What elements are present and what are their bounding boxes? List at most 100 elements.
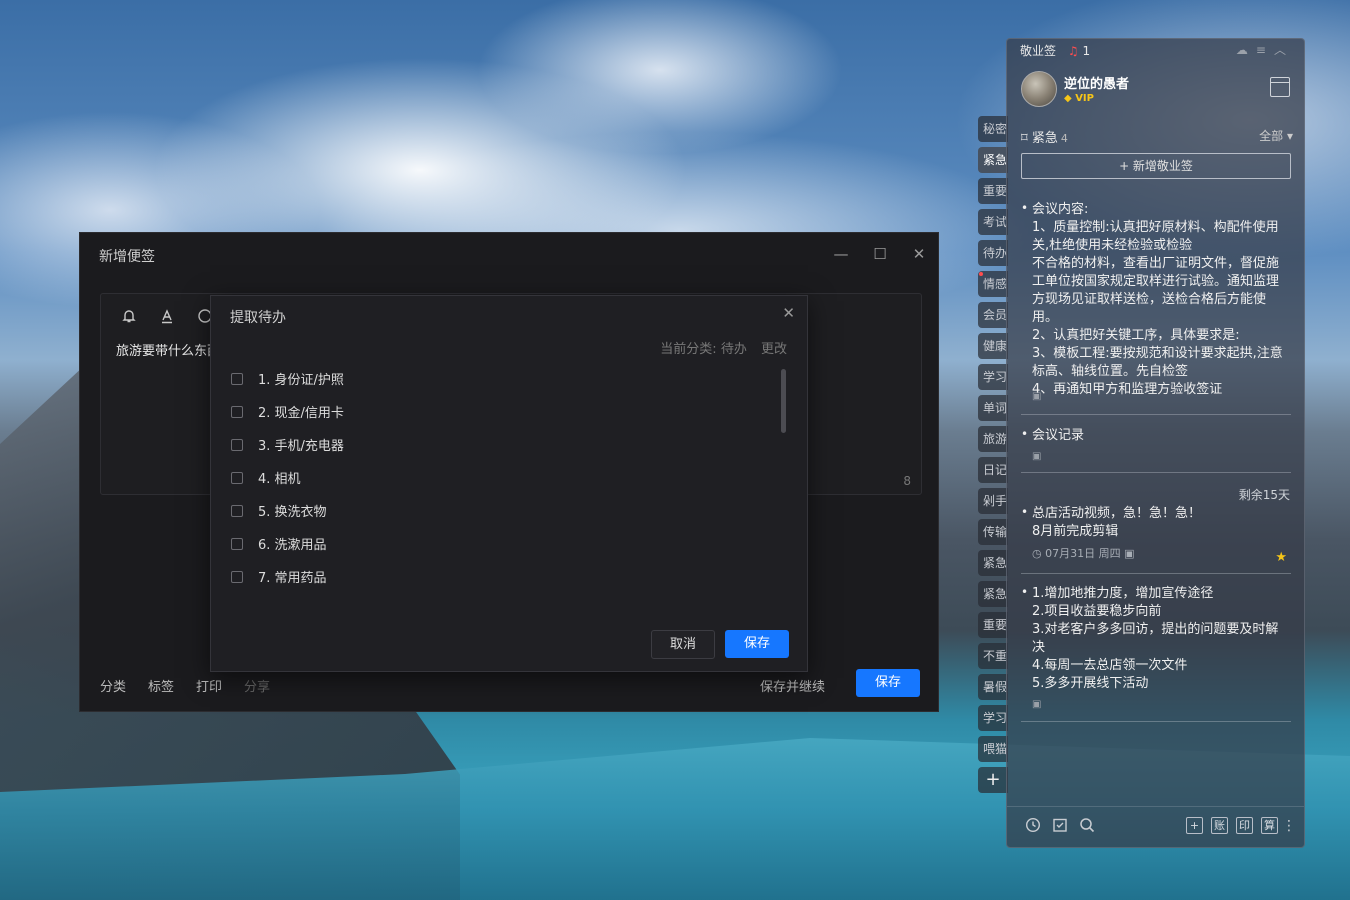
print-icon[interactable]: 印 (1236, 817, 1253, 834)
note-divider (1021, 414, 1291, 415)
checklist-icon[interactable] (1051, 817, 1069, 835)
date-text: 07月31日 周四 (1045, 547, 1121, 560)
tab-diary[interactable]: 日记 (978, 457, 1008, 483)
avatar[interactable] (1021, 71, 1057, 107)
tab-label: 情感 (983, 277, 1008, 291)
cloud-sync-icon[interactable]: ☁ (1236, 43, 1256, 57)
share-link[interactable]: 分享 (244, 676, 270, 695)
editor-content[interactable]: 旅游要带什么东西 (116, 340, 220, 359)
bell-icon[interactable] (119, 308, 139, 328)
tab-not-important[interactable]: 不重 (978, 643, 1008, 669)
bullet: • (1021, 427, 1029, 441)
checkbox[interactable] (231, 471, 243, 484)
note-item[interactable]: • 1.增加地推力度，增加宣传途径 2.项目收益要稳步向前 3.对老客户多多回访… (1021, 585, 1291, 714)
calendar-icon[interactable] (1270, 77, 1290, 97)
note-line: 会议记录 (1032, 428, 1085, 443)
tab-member[interactable]: 会员 (978, 302, 1008, 328)
tab-important[interactable]: 重要 (978, 178, 1008, 204)
tab-feed-cat[interactable]: 喂猫 (978, 736, 1008, 762)
todo-label: 3. 手机/充电器 (258, 439, 344, 454)
category-row: ⌑ 紧急 4 全部 ▾ (1021, 127, 1293, 146)
tab-travel[interactable]: 旅游 (978, 426, 1008, 452)
list-item[interactable]: 6. 洗漱用品 (231, 527, 751, 560)
chevron-down-icon: ▾ (1286, 129, 1293, 143)
checkbox[interactable] (231, 537, 243, 550)
tab-urgent-3[interactable]: 紧急 (978, 581, 1008, 607)
tab-emotion[interactable]: 情感 (978, 271, 1008, 297)
save-button[interactable]: 保存 (856, 669, 920, 697)
filter-label: 全部 (1259, 129, 1284, 143)
header-icons: ☁≡︿ (1236, 41, 1294, 58)
menu-icon[interactable]: ≡ (1256, 43, 1274, 57)
dialog-save-button[interactable]: 保存 (725, 630, 789, 658)
list-item[interactable]: 1. 身份证/护照 (231, 362, 751, 395)
note-item[interactable]: • 会议记录 ▣ (1021, 427, 1291, 466)
tab-transfer[interactable]: 传输 (978, 519, 1008, 545)
lock-icon: ▣ (1032, 699, 1042, 710)
checkbox[interactable] (231, 504, 243, 517)
category-value: 待办 (720, 342, 747, 357)
list-item[interactable]: 3. 手机/充电器 (231, 428, 751, 461)
checkbox[interactable] (231, 438, 243, 451)
cancel-button[interactable]: 取消 (651, 630, 715, 659)
tab-todo[interactable]: 待办 (978, 240, 1008, 266)
list-item[interactable]: 5. 换洗衣物 (231, 494, 751, 527)
dialog-title: 提取待办 (230, 310, 286, 326)
vip-badge: ◆ VIP (1064, 93, 1094, 104)
history-icon[interactable] (1024, 817, 1042, 835)
change-category-link[interactable]: 更改 (761, 342, 787, 357)
note-item[interactable]: • 会议内容: 1、质量控制:认真把好原材料、构配件使用关,杜绝使用未经检验或检… (1021, 201, 1291, 397)
list-item[interactable]: 7. 常用药品 (231, 560, 751, 593)
text-color-icon[interactable] (157, 308, 177, 328)
tab-study[interactable]: 学习 (978, 364, 1008, 390)
checkbox[interactable] (231, 372, 243, 385)
minimize-icon[interactable]: — (830, 243, 852, 265)
checkbox[interactable] (231, 570, 243, 583)
close-icon[interactable]: ✕ (782, 304, 795, 322)
tab-secret[interactable]: 秘密 (978, 116, 1008, 142)
category-link[interactable]: 分类 (100, 676, 126, 695)
category-tabs: 秘密 紧急 重要 考试 待办 情感 会员 健康 学习 单词 旅游 日记 剁手 传… (978, 116, 1008, 793)
scrollbar[interactable] (781, 369, 786, 433)
star-icon[interactable]: ★ (1275, 549, 1287, 567)
app-name: 敬业签 (1020, 44, 1057, 58)
maximize-icon[interactable]: ☐ (869, 243, 891, 265)
filter-dropdown[interactable]: 全部 ▾ (1259, 127, 1293, 144)
add-note-button[interactable]: + 新增敬业签 (1021, 153, 1291, 179)
save-and-continue-button[interactable]: 保存并继续 (760, 676, 825, 695)
collapse-icon[interactable]: ︿ (1274, 43, 1294, 57)
reminder-icon[interactable]: ♫ (1068, 44, 1079, 58)
tab-health[interactable]: 健康 (978, 333, 1008, 359)
list-item[interactable]: 4. 相机 (231, 461, 751, 494)
close-icon[interactable]: ✕ (908, 243, 930, 265)
note-line: 3.对老客户多多回访，提出的问题要及时解决 (1032, 622, 1279, 655)
tab-summer[interactable]: 暑假 (978, 674, 1008, 700)
add-icon[interactable]: + (1186, 817, 1203, 834)
tab-urgent[interactable]: 紧急 (978, 147, 1008, 173)
tag-link[interactable]: 标签 (148, 676, 174, 695)
tab-important-2[interactable]: 重要 (978, 612, 1008, 638)
tab-study-2[interactable]: 学习 (978, 705, 1008, 731)
lock-icon: ▣ (1032, 451, 1042, 462)
note-line: 4、再通知甲方和监理方验收签证 (1032, 382, 1223, 397)
todo-label: 7. 常用药品 (258, 571, 327, 586)
user-name[interactable]: 逆位的愚者 (1064, 73, 1129, 92)
note-line: 3、模板工程:要按规范和设计要求起拱,注意标高、轴线位置。先自检签 (1032, 346, 1283, 379)
note-line: 总店活动视频，急！急！急！ (1032, 506, 1202, 521)
tab-shopping[interactable]: 剁手 (978, 488, 1008, 514)
list-item[interactable]: 2. 现金/信用卡 (231, 395, 751, 428)
todo-label: 6. 洗漱用品 (258, 538, 327, 553)
note-line: 2.项目收益要稳步向前 (1032, 604, 1162, 619)
add-category-button[interactable]: + (978, 767, 1008, 793)
account-icon[interactable]: 账 (1211, 817, 1228, 834)
calculator-icon[interactable]: 算 (1261, 817, 1278, 834)
checkbox[interactable] (231, 405, 243, 418)
tab-exam[interactable]: 考试 (978, 209, 1008, 235)
print-link[interactable]: 打印 (196, 676, 222, 695)
search-icon[interactable] (1078, 817, 1096, 835)
todo-list: 1. 身份证/护照 2. 现金/信用卡 3. 手机/充电器 4. 相机 5. 换… (231, 362, 751, 593)
note-item[interactable]: • 总店活动视频，急！急！急！ 8月前完成剪辑 ◷ 07月31日 周四 ▣ ★ (1021, 505, 1291, 565)
tab-urgent-2[interactable]: 紧急 (978, 550, 1008, 576)
tab-words[interactable]: 单词 (978, 395, 1008, 421)
more-icon[interactable]: ⋮ (1280, 817, 1298, 835)
